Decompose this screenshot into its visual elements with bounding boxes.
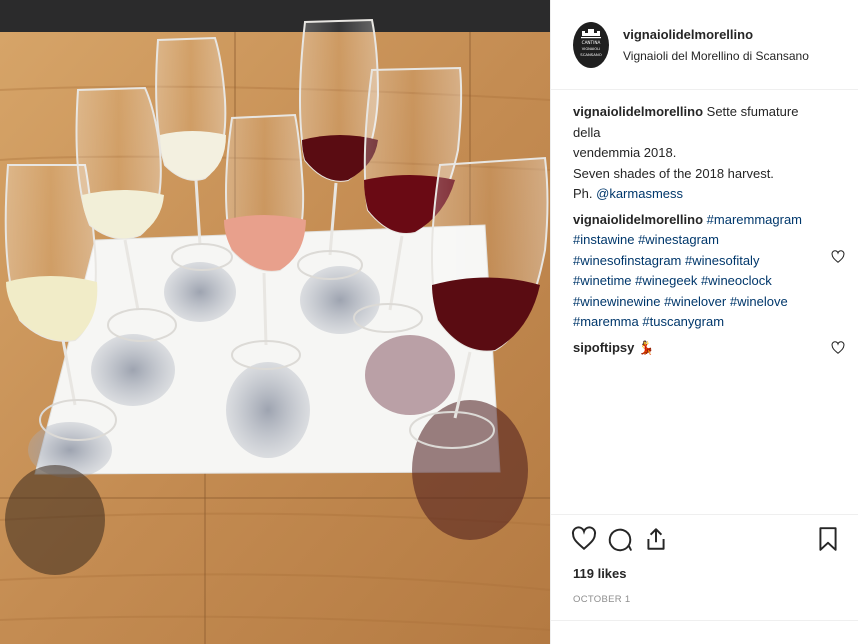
hashtag-link[interactable]: #winesofitaly (685, 253, 759, 268)
photographer-mention-link[interactable]: @karmasmess (596, 186, 683, 201)
post-date: OCTOBER 1 (573, 594, 631, 605)
hashtag-link[interactable]: #maremma (573, 314, 639, 329)
hashtag-link[interactable]: #winesofinstagram (573, 253, 681, 268)
header-location[interactable]: Vignaioli del Morellino di Scansano (623, 49, 809, 63)
small-heart-icon[interactable] (831, 340, 845, 355)
bookmark-icon[interactable] (815, 525, 841, 553)
hashtag-link[interactable]: #wineoclock (701, 273, 772, 288)
hashtag-link[interactable]: #winewinewine (573, 294, 660, 309)
small-heart-icon[interactable] (831, 249, 845, 264)
avatar-text-3: SCANSANO (580, 52, 601, 57)
hashtag-link[interactable]: #instawine (573, 232, 634, 247)
winery-logo-icon: CANTINA VIGNAIOLI SCANSANO (573, 22, 609, 68)
second-comment: sipoftipsy 💃 (573, 338, 845, 359)
header-username[interactable]: vignaiolidelmorellino (623, 27, 753, 42)
share-icon[interactable] (643, 525, 669, 553)
hashtag-link[interactable]: #winetime (573, 273, 632, 288)
hashtags-comment: vignaiolidelmorellino #maremmagram #inst… (573, 210, 845, 333)
caption-line-3: Seven shades of the 2018 harvest. (573, 165, 774, 181)
heart-icon[interactable] (571, 525, 597, 553)
bottom-divider (551, 620, 858, 621)
post-photo[interactable] (0, 0, 550, 644)
actions-divider (551, 514, 858, 515)
caption-line-4-prefix: Ph. (573, 186, 597, 201)
hashtags-comment-username[interactable]: vignaiolidelmorellino (573, 212, 703, 227)
hashtag-link[interactable]: #winelove (730, 294, 788, 309)
caption-line-2: vendemmia 2018. (573, 145, 677, 160)
avatar-text-1: CANTINA (582, 40, 601, 45)
caption-comment: vignaiolidelmorellino Sette sfumature de… (573, 102, 837, 205)
avatar-text-2: VIGNAIOLI (582, 47, 600, 51)
comment-bubble-icon[interactable] (607, 525, 633, 553)
hashtag-link[interactable]: #winestagram (638, 232, 719, 247)
likes-count[interactable]: 119 likes (573, 566, 627, 581)
comments-list: vignaiolidelmorellino Sette sfumature de… (573, 102, 845, 363)
avatar[interactable]: CANTINA VIGNAIOLI SCANSANO (573, 22, 609, 68)
post-side-panel: CANTINA VIGNAIOLI SCANSANO vignaiolidelm… (550, 0, 858, 644)
commenter-username[interactable]: sipoftipsy (573, 340, 634, 355)
hashtag-link[interactable]: #maremmagram (707, 212, 802, 227)
caption-username[interactable]: vignaiolidelmorellino (573, 104, 703, 119)
hashtag-link[interactable]: #winegeek (635, 273, 697, 288)
wine-glasses-image (0, 0, 550, 644)
dancer-emoji: 💃 (638, 339, 655, 355)
post-header: CANTINA VIGNAIOLI SCANSANO vignaiolidelm… (551, 0, 858, 90)
hashtag-link[interactable]: #tuscanygram (642, 314, 724, 329)
hashtag-link[interactable]: #winelover (664, 294, 726, 309)
